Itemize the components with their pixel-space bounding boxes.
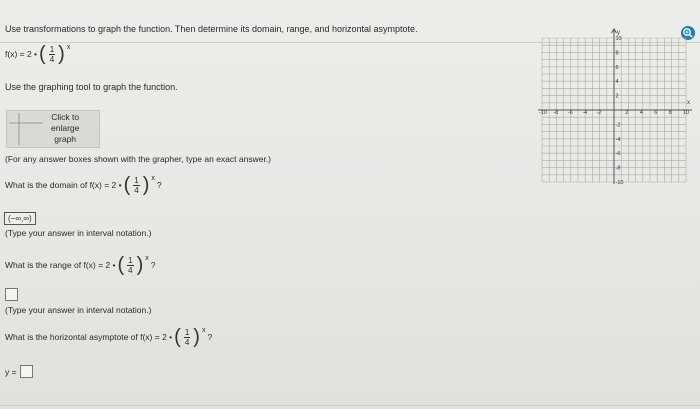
right-paren: )	[142, 174, 150, 196]
asymptote-question: What is the horizontal asymptote of f(x)…	[5, 327, 212, 347]
exponent: x	[151, 175, 155, 182]
range-question-text: What is the range of f(x) = 2 •	[5, 260, 116, 270]
answer-format-note: (For any answer boxes shown with the gra…	[5, 154, 271, 164]
domain-question-text: What is the domain of f(x) = 2 •	[5, 180, 122, 190]
enlarge-graph-label: Click to enlarge graph	[51, 112, 79, 145]
fraction: 1 4	[48, 44, 56, 64]
domain-answer-box[interactable]: (−∞,∞)	[4, 212, 36, 225]
x-tick-label: -6	[568, 110, 573, 116]
page: Use transformations to graph the functio…	[0, 0, 700, 409]
question-mark: ?	[150, 260, 156, 270]
fraction-denominator: 4	[49, 54, 55, 64]
x-tick-label: 10	[683, 110, 689, 116]
enlarge-graph-button[interactable]: Click to enlarge graph	[6, 110, 100, 148]
y-tick-label: 4	[616, 79, 619, 85]
x-tick-label: 8	[669, 110, 672, 116]
y-tick-label: -8	[616, 166, 621, 172]
y-tick-label: 6	[616, 65, 619, 71]
asymptote-prefix: y =	[5, 367, 17, 377]
left-paren: (	[39, 43, 46, 65]
fraction-denominator: 4	[128, 265, 133, 275]
x-axis-label: x	[687, 100, 690, 106]
right-paren: )	[58, 43, 65, 65]
button-label-line-1: Click to	[51, 112, 80, 122]
right-paren: )	[136, 254, 144, 276]
fraction: 1 4	[133, 175, 140, 195]
asymptote-answer-box[interactable]	[20, 365, 33, 378]
button-label-line-2: enlarge	[51, 123, 80, 133]
y-tick-label: -2	[616, 122, 621, 128]
mini-graph-icon	[9, 113, 43, 145]
question-mark: ?	[207, 332, 213, 342]
x-tick-label: 6	[654, 110, 657, 116]
grid-svg: yx-10 -8 -6 -4 -2 2 4 6 8 10108642-2-4-6-8-10	[538, 28, 692, 186]
x-tick-label: -8	[553, 110, 558, 116]
range-question: What is the range of f(x) = 2 • ( 1 4 ) …	[5, 255, 156, 275]
fraction-numerator: 1	[133, 175, 140, 186]
footer-divider	[0, 405, 700, 406]
left-paren: (	[117, 254, 125, 276]
y-tick-label: -6	[616, 151, 621, 157]
fraction-numerator: 1	[48, 44, 56, 55]
y-tick-label: 2	[616, 94, 619, 100]
domain-question: What is the domain of f(x) = 2 • ( 1 4 )…	[5, 175, 162, 195]
exponent: x	[201, 327, 206, 334]
asymptote-question-text: What is the horizontal asymptote of f(x)…	[5, 332, 173, 342]
y-tick-label: 8	[616, 50, 619, 56]
fraction: 1 4	[127, 255, 134, 275]
y-tick-label: -4	[616, 137, 621, 143]
y-tick-label: 10	[616, 36, 622, 42]
button-label-line-3: graph	[54, 134, 77, 144]
x-tick-label: -10	[539, 110, 547, 116]
question-mark: ?	[156, 180, 162, 190]
x-tick-label: 2	[625, 110, 628, 116]
x-tick-label: 4	[640, 110, 643, 116]
fraction-numerator: 1	[127, 255, 134, 266]
tool-instruction: Use the graphing tool to graph the funct…	[5, 82, 178, 92]
left-paren: (	[174, 326, 181, 348]
fraction: 1 4	[183, 327, 191, 347]
x-tick-label: -4	[582, 110, 587, 116]
exponent: x	[66, 44, 71, 51]
fraction-denominator: 4	[184, 337, 190, 347]
function-label: f(x) = 2 •	[5, 49, 38, 59]
y-tick-label: -10	[616, 180, 624, 186]
range-hint: (Type your answer in interval notation.)	[5, 305, 152, 315]
left-paren: (	[123, 174, 131, 196]
function-definition: f(x) = 2 • ( 1 4 ) x	[5, 44, 70, 64]
fraction-denominator: 4	[134, 185, 139, 195]
range-answer-box[interactable]	[5, 288, 18, 301]
instruction-text: Use transformations to graph the functio…	[5, 24, 418, 34]
domain-hint: (Type your answer in interval notation.)	[5, 228, 152, 238]
x-tick-label: -2	[597, 110, 602, 116]
exponent: x	[145, 255, 149, 262]
coordinate-grid[interactable]: y x -10 -8 -6 -4 -2 2 4 6 8 10 10 8 6 4 2 -2 -4 -6 -8 -10	[536, 28, 696, 186]
fraction-numerator: 1	[183, 327, 191, 338]
right-paren: )	[193, 326, 200, 348]
